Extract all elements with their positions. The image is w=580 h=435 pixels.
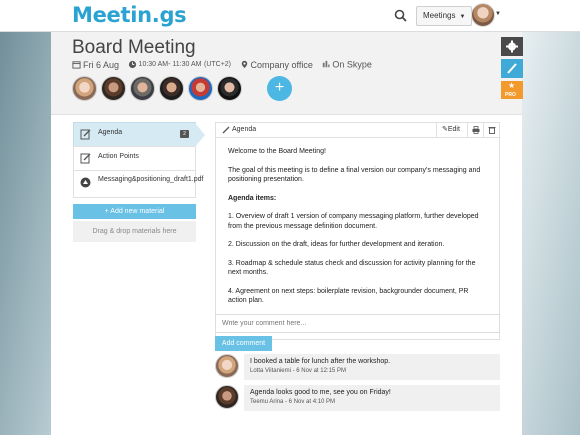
meeting-time[interactable]: 10:30 AM- 11:30 AM <box>139 61 202 68</box>
print-button[interactable] <box>467 123 483 137</box>
edit-button[interactable]: ✎Edit <box>436 123 467 137</box>
agenda-paragraph: The goal of this meeting is to define a … <box>228 166 481 184</box>
add-comment-button[interactable]: Add comment <box>215 336 272 351</box>
agenda-card-header: Agenda ✎Edit <box>216 123 499 138</box>
participant-avatar[interactable] <box>217 76 242 101</box>
meetings-dropdown-label: Meetings <box>423 11 456 20</box>
agenda-card-actions: ✎Edit <box>436 123 499 137</box>
meetings-dropdown[interactable]: Meetings ▼ <box>416 6 473 26</box>
commenter-avatar[interactable] <box>215 354 239 378</box>
meeting-panel: Board Meeting Fri 6 Aug 10:30 AM- 11:30 … <box>51 32 522 435</box>
agenda-card-title: Agenda <box>232 126 257 133</box>
agenda-card: Agenda ✎Edit Welcome to the Board Meetin… <box>215 122 500 340</box>
printer-icon <box>472 126 480 134</box>
material-label: Messaging&positioning_draft1.pdf <box>98 176 204 183</box>
calendar-icon <box>72 61 81 69</box>
clock-icon <box>128 61 136 69</box>
caret-down-icon: ▼ <box>495 11 501 17</box>
pencil-icon <box>507 63 517 74</box>
edit-label: Edit <box>447 126 460 133</box>
participant-avatar[interactable] <box>159 76 184 101</box>
document-edit-icon <box>80 129 91 140</box>
comment-count-badge: 2 <box>180 130 189 138</box>
gear-icon <box>506 40 518 53</box>
participant-avatar[interactable] <box>188 76 213 101</box>
document-edit-icon <box>80 153 91 164</box>
pdf-file-icon <box>80 177 91 188</box>
agenda-paragraph: 2. Discussion on the draft, ideas for fu… <box>228 241 445 248</box>
comment-text: I booked a table for lunch after the wor… <box>250 358 391 365</box>
plus-icon: + <box>274 79 285 96</box>
comment-text: Agenda looks good to me, see you on Frid… <box>250 389 391 396</box>
add-material-button[interactable]: + Add new material <box>73 204 196 219</box>
pencil-icon <box>222 126 230 134</box>
meeting-meta: Fri 6 Aug 10:30 AM- 11:30 AM (UTC+2) Com… <box>72 59 372 70</box>
material-drop-zone[interactable]: Drag & drop materials here <box>73 221 196 242</box>
comment-item: Agenda looks good to me, see you on Frid… <box>215 385 500 411</box>
participant-avatar[interactable] <box>130 76 155 101</box>
meeting-header: Board Meeting Fri 6 Aug 10:30 AM- 11:30 … <box>51 32 522 115</box>
meeting-location[interactable]: Company office <box>251 60 313 70</box>
comment-meta: Lotta Viitaniemi - 6 Nov at 12:15 PM <box>250 368 346 374</box>
settings-tab[interactable] <box>501 37 523 56</box>
agenda-paragraph: 3. Roadmap & schedule status check and d… <box>228 259 476 277</box>
delete-button[interactable] <box>483 123 499 137</box>
comment-item: I booked a table for lunch after the wor… <box>215 354 500 380</box>
trash-icon <box>488 127 496 134</box>
material-label: Agenda <box>98 129 123 136</box>
material-item-pdf[interactable]: Messaging&positioning_draft1.pdf <box>73 170 204 198</box>
agenda-paragraph: Welcome to the Board Meeting! <box>228 148 326 155</box>
meeting-timezone: (UTC+2) <box>203 61 232 69</box>
comment-input[interactable] <box>215 314 500 333</box>
material-item-agenda[interactable]: Agenda 2 <box>73 122 205 147</box>
user-menu[interactable]: ▼ <box>471 3 501 29</box>
add-material-label: Add new material <box>110 208 165 215</box>
materials-list: Agenda 2 Action Points Messaging&positio… <box>73 122 205 198</box>
participant-avatar[interactable] <box>101 76 126 101</box>
meeting-date[interactable]: Fri 6 Aug <box>83 60 119 70</box>
commenter-avatar[interactable] <box>215 385 239 409</box>
comment-body: Agenda looks good to me, see you on Frid… <box>244 385 500 411</box>
caret-down-icon: ▼ <box>459 14 466 20</box>
side-tabs: ★ PRO <box>501 37 523 102</box>
meeting-title: Board Meeting <box>72 37 196 58</box>
location-pin-icon <box>241 61 247 69</box>
comment-meta: Teemu Arina - 6 Nov at 4:10 PM <box>250 399 336 405</box>
participant-avatar[interactable] <box>72 76 97 101</box>
online-call-icon <box>323 61 330 68</box>
agenda-content: Welcome to the Board Meeting! The goal o… <box>216 138 499 306</box>
user-avatar <box>471 3 495 27</box>
material-item-action-points[interactable]: Action Points <box>73 146 196 170</box>
app-logo[interactable]: Meetin.gs <box>72 3 187 27</box>
active-arrow <box>195 123 205 147</box>
edit-tab[interactable] <box>501 59 523 78</box>
meeting-online-tool[interactable]: On Skype <box>332 60 372 70</box>
pro-label: PRO <box>505 92 516 98</box>
add-participant-button[interactable]: + <box>267 76 292 101</box>
comment-body: I booked a table for lunch after the wor… <box>244 354 500 380</box>
star-icon: ★ <box>508 81 516 90</box>
top-bar: Meetin.gs Meetings ▼ ▼ <box>0 0 580 32</box>
search-button[interactable] <box>393 8 409 24</box>
agenda-paragraph: 4. Agreement on next steps: boilerplate … <box>228 287 469 305</box>
search-icon <box>394 9 407 22</box>
pro-tab[interactable]: ★ PRO <box>501 81 523 99</box>
agenda-heading: Agenda items: <box>228 194 277 202</box>
agenda-paragraph: 1. Overview of draft 1 version of compan… <box>228 213 479 230</box>
material-label: Action Points <box>98 153 139 160</box>
